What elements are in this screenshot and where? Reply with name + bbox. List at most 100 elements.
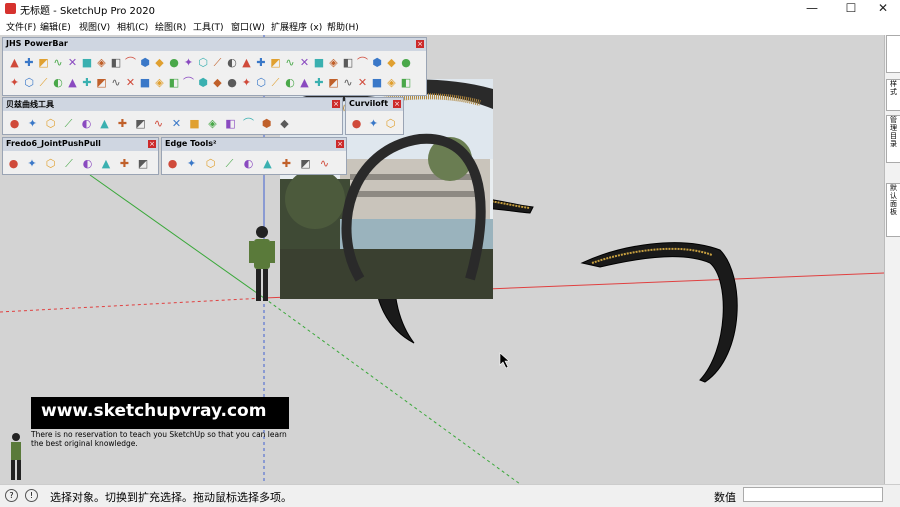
jhs-tool-icon[interactable]: ◈ xyxy=(95,56,108,69)
tray-tab-default-panel[interactable]: 默认面板 xyxy=(886,183,900,237)
jhs-tool-icon[interactable]: ◆ xyxy=(153,56,166,69)
tray-tab-manage-catalog[interactable]: 管理目录 xyxy=(886,115,900,163)
jhs-tool-icon[interactable]: ✕ xyxy=(124,76,137,89)
jhs-tool-icon[interactable]: ⌒ xyxy=(182,76,195,89)
bezier-tool-icon[interactable]: ⌒ xyxy=(242,117,255,130)
toolbar-close-button[interactable]: × xyxy=(416,40,424,48)
jhs-tool-icon[interactable]: ⬡ xyxy=(197,56,210,69)
jhs-tool-icon[interactable]: ◩ xyxy=(327,76,340,89)
menu-extensions[interactable]: 扩展程序 (x) xyxy=(271,20,322,33)
menu-draw[interactable]: 绘图(R) xyxy=(155,20,186,33)
jhs-tool-icon[interactable]: ✦ xyxy=(240,76,253,89)
jhs-tool-icon[interactable]: ■ xyxy=(313,56,326,69)
curviloft-tool-icon[interactable]: ✦ xyxy=(367,117,380,130)
jhs-tool-icon[interactable]: ▲ xyxy=(8,56,21,69)
toolbar-fredo6-jointpushpull[interactable]: Fredo6_JointPushPull × ● ✦ ⬡ ⟋ ◐ ▲ ✚ ◩ xyxy=(2,137,159,175)
jhs-tool-icon[interactable]: ◆ xyxy=(385,56,398,69)
jhs-tool-icon[interactable]: ◧ xyxy=(168,76,181,89)
jhs-tool-icon[interactable]: ∿ xyxy=(110,76,123,89)
jhs-tool-icon[interactable]: ● xyxy=(400,56,413,69)
tray-tab-styles[interactable]: 样式 xyxy=(886,79,900,111)
help-icon[interactable]: ? xyxy=(5,489,18,502)
bezier-tool-icon[interactable]: ▲ xyxy=(98,117,111,130)
edge-tool-icon[interactable]: ∿ xyxy=(318,157,331,170)
menu-help[interactable]: 帮助(H) xyxy=(327,20,359,33)
bezier-tool-icon[interactable]: ◈ xyxy=(206,117,219,130)
pushpull-tool-icon[interactable]: ⟋ xyxy=(63,157,76,170)
bezier-tool-icon[interactable]: ◐ xyxy=(80,117,93,130)
jhs-tool-icon[interactable]: ⬢ xyxy=(139,56,152,69)
toolbar-edge-tools[interactable]: Edge Tools² × ● ✦ ⬡ ⟋ ◐ ▲ ✚ ◩ ∿ xyxy=(161,137,347,175)
jhs-tool-icon[interactable]: ◩ xyxy=(37,56,50,69)
jhs-tool-icon[interactable]: ∿ xyxy=(284,56,297,69)
jhs-tool-icon[interactable]: ◧ xyxy=(110,56,123,69)
tray-tab-blank[interactable] xyxy=(886,35,900,73)
menu-tools[interactable]: 工具(T) xyxy=(193,20,224,33)
jhs-tool-icon[interactable]: ⬢ xyxy=(371,56,384,69)
pushpull-tool-icon[interactable]: ● xyxy=(7,157,20,170)
measurement-input[interactable] xyxy=(743,487,883,502)
jhs-tool-icon[interactable]: ◐ xyxy=(284,76,297,89)
info-icon[interactable]: ! xyxy=(25,489,38,502)
edge-tool-icon[interactable]: ✦ xyxy=(185,157,198,170)
bezier-tool-icon[interactable]: ⬢ xyxy=(260,117,273,130)
menu-edit[interactable]: 编辑(E) xyxy=(40,20,71,33)
jhs-tool-icon[interactable]: ◈ xyxy=(153,76,166,89)
toolbar-header[interactable]: Curviloft × xyxy=(346,98,403,111)
toolbar-header[interactable]: JHS PowerBar × xyxy=(3,38,426,51)
jhs-tool-icon[interactable]: ◩ xyxy=(269,56,282,69)
jhs-tool-icon[interactable]: ⟋ xyxy=(211,56,224,69)
toolbar-close-button[interactable]: × xyxy=(148,140,156,148)
bezier-tool-icon[interactable]: ✦ xyxy=(26,117,39,130)
jhs-tool-icon[interactable]: ⌒ xyxy=(356,56,369,69)
jhs-tool-icon[interactable]: ⬡ xyxy=(255,76,268,89)
pushpull-tool-icon[interactable]: ◐ xyxy=(81,157,94,170)
jhs-tool-icon[interactable]: ⟋ xyxy=(269,76,282,89)
bezier-tool-icon[interactable]: ■ xyxy=(188,117,201,130)
menu-window[interactable]: 窗口(W) xyxy=(231,20,265,33)
jhs-tool-icon[interactable]: ✚ xyxy=(23,56,36,69)
jhs-tool-icon[interactable]: ◈ xyxy=(327,56,340,69)
edge-tool-icon[interactable]: ◩ xyxy=(299,157,312,170)
minimize-button[interactable]: — xyxy=(797,0,827,18)
toolbar-close-button[interactable]: × xyxy=(332,100,340,108)
jhs-tool-icon[interactable]: ▲ xyxy=(298,76,311,89)
jhs-tool-icon[interactable]: ◧ xyxy=(400,76,413,89)
jhs-tool-icon[interactable]: ✦ xyxy=(182,56,195,69)
bezier-tool-icon[interactable]: ◆ xyxy=(278,117,291,130)
bezier-tool-icon[interactable]: ⬡ xyxy=(44,117,57,130)
pushpull-tool-icon[interactable]: ▲ xyxy=(100,157,113,170)
edge-tool-icon[interactable]: ▲ xyxy=(261,157,274,170)
jhs-tool-icon[interactable]: ● xyxy=(226,76,239,89)
jhs-tool-icon[interactable]: ∿ xyxy=(52,56,65,69)
pushpull-tool-icon[interactable]: ⬡ xyxy=(44,157,57,170)
jhs-tool-icon[interactable]: ▲ xyxy=(66,76,79,89)
jhs-tool-icon[interactable]: ■ xyxy=(371,76,384,89)
curviloft-tool-icon[interactable]: ⬡ xyxy=(384,117,397,130)
bezier-tool-icon[interactable]: ◧ xyxy=(224,117,237,130)
pushpull-tool-icon[interactable]: ✦ xyxy=(26,157,39,170)
jhs-tool-icon[interactable]: ∿ xyxy=(342,76,355,89)
jhs-tool-icon[interactable]: ◧ xyxy=(342,56,355,69)
menu-file[interactable]: 文件(F) xyxy=(6,20,36,33)
jhs-tool-icon[interactable]: ✚ xyxy=(313,76,326,89)
bezier-tool-icon[interactable]: ✕ xyxy=(170,117,183,130)
jhs-tool-icon[interactable]: ✕ xyxy=(66,56,79,69)
jhs-tool-icon[interactable]: ■ xyxy=(139,76,152,89)
edge-tool-icon[interactable]: ⟋ xyxy=(223,157,236,170)
jhs-tool-icon[interactable]: ⌒ xyxy=(124,56,137,69)
jhs-tool-icon[interactable]: ◆ xyxy=(211,76,224,89)
jhs-tool-icon[interactable]: ■ xyxy=(81,56,94,69)
jhs-tool-icon[interactable]: ✚ xyxy=(255,56,268,69)
jhs-tool-icon[interactable]: ✚ xyxy=(81,76,94,89)
toolbar-header[interactable]: Fredo6_JointPushPull × xyxy=(3,138,158,151)
jhs-tool-icon[interactable]: ⬢ xyxy=(197,76,210,89)
toolbar-header[interactable]: 贝兹曲线工具 × xyxy=(3,98,342,111)
bezier-tool-icon[interactable]: ∿ xyxy=(152,117,165,130)
toolbar-jhs-powerbar[interactable]: JHS PowerBar × ▲ ✚ ◩ ∿ ✕ ■ ◈ ◧ ⌒ ⬢ ◆ ● ✦ ⬡ ⟋ ◐ ▲ ✚ ◩ ∿ ✕ ■ ◈ ◧ ⌒… xyxy=(2,37,427,96)
pushpull-tool-icon[interactable]: ✚ xyxy=(118,157,131,170)
edge-tool-icon[interactable]: ✚ xyxy=(280,157,293,170)
jhs-tool-icon[interactable]: ◩ xyxy=(95,76,108,89)
bezier-tool-icon[interactable]: ● xyxy=(8,117,21,130)
toolbar-close-button[interactable]: × xyxy=(393,100,401,108)
